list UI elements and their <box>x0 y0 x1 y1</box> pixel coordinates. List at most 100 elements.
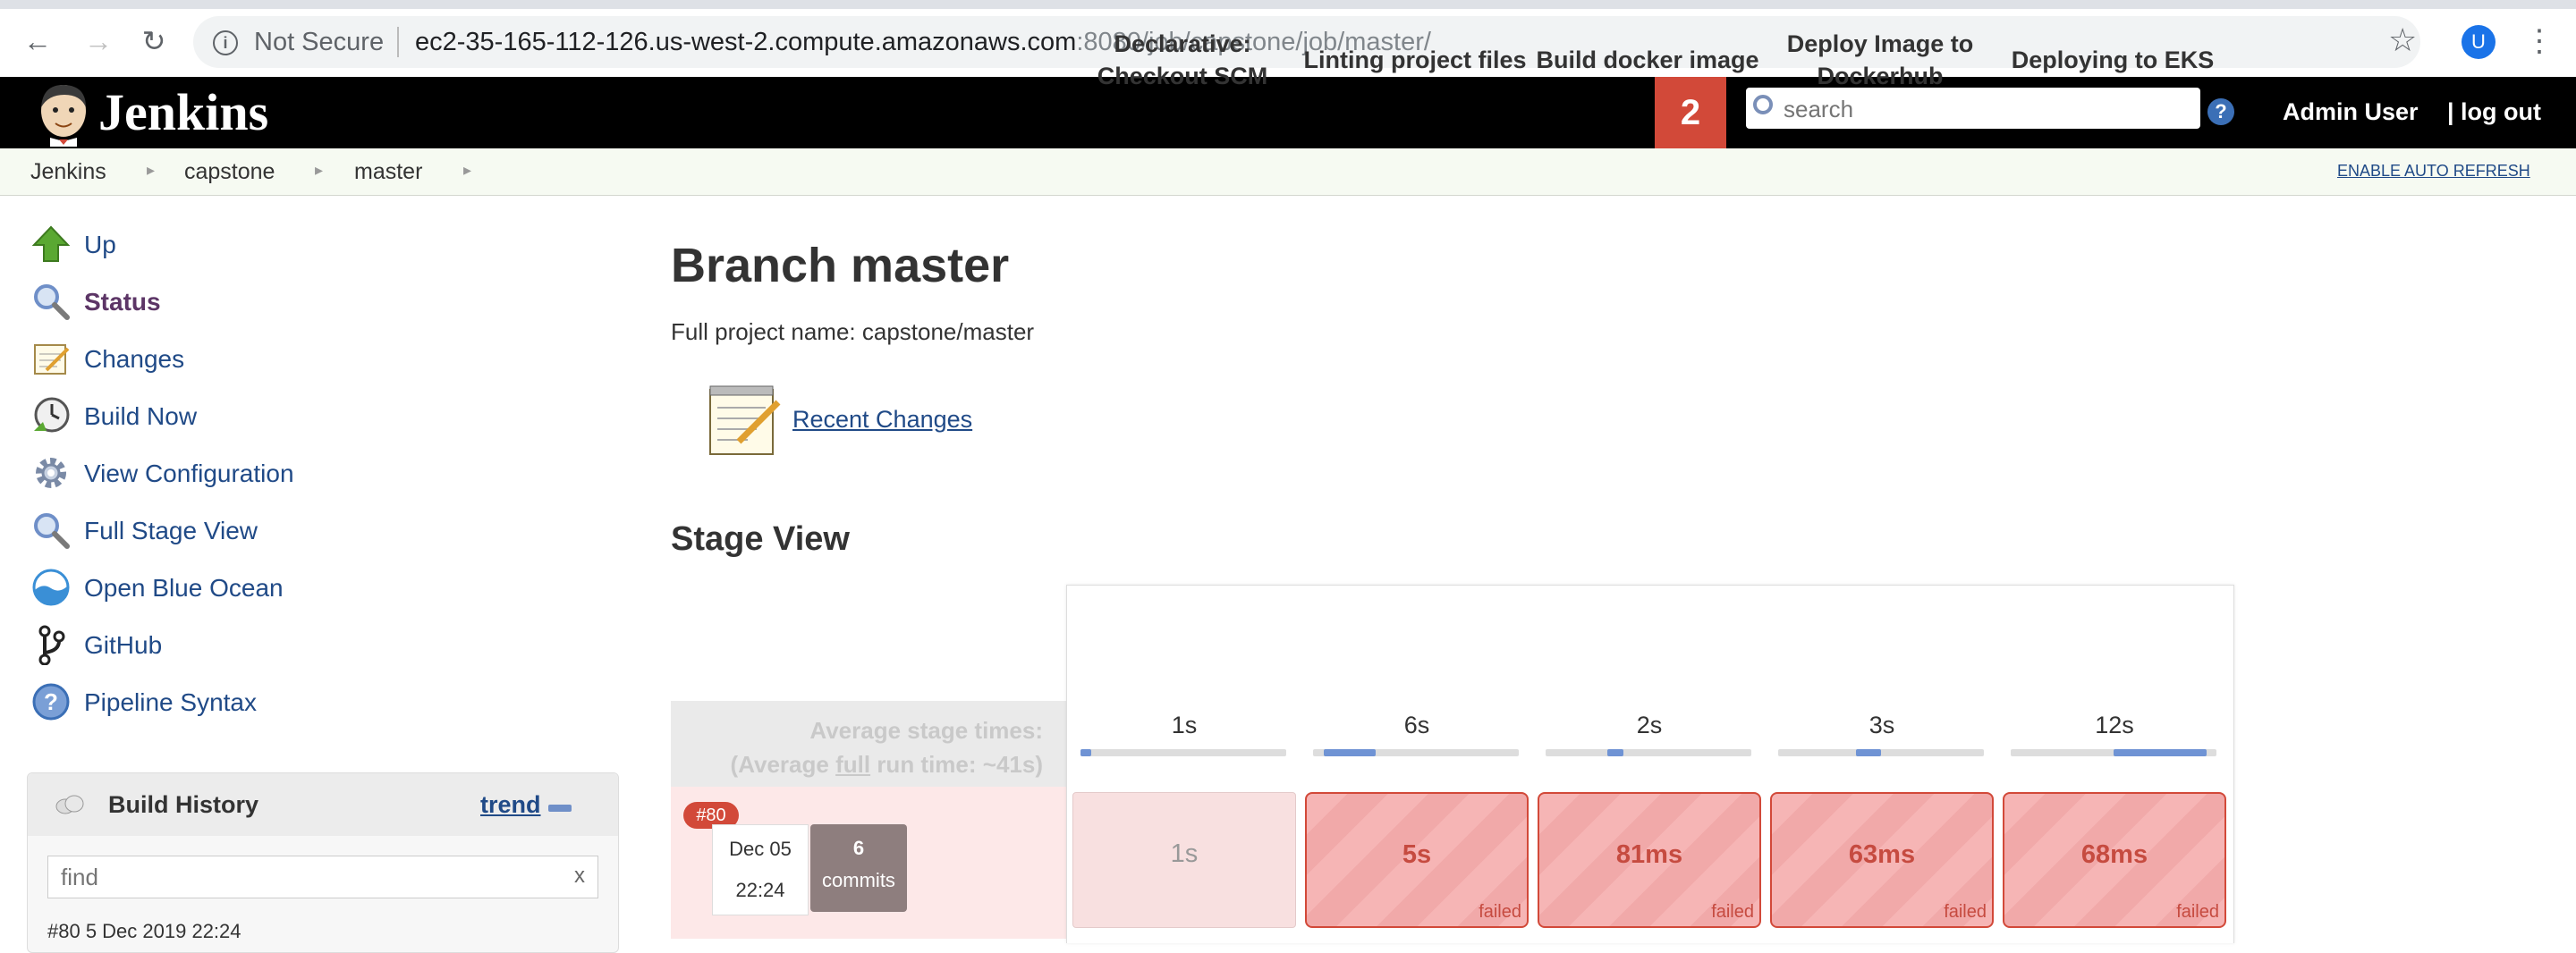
stage-average: 1s <box>1070 703 1299 785</box>
help-icon: ? <box>32 683 70 721</box>
clock-icon <box>34 397 70 433</box>
stage-average-time: 12s <box>2095 712 2134 738</box>
stage-cell-status: failed <box>1479 902 1521 922</box>
breadcrumb-jenkins[interactable]: Jenkins <box>30 159 106 185</box>
task-label-status: Status <box>84 288 161 316</box>
stage-average-bar-fill <box>2114 749 2207 756</box>
recent-changes-link[interactable]: Recent Changes <box>792 406 972 434</box>
url-host: ec2-35-165-112-126.us-west-2.compute.ama… <box>415 28 1077 56</box>
forward-icon[interactable]: → <box>80 23 116 59</box>
build-history-title: Build History <box>108 791 259 818</box>
stage-average-bar <box>1313 749 1519 756</box>
jenkins-title[interactable]: Jenkins <box>98 82 268 142</box>
stage-cell-success[interactable]: 1s <box>1072 792 1296 928</box>
weather-cloud-icon <box>55 795 84 814</box>
build-history-panel: Build History trend x #80 5 Dec 2019 22:… <box>27 772 619 953</box>
breadcrumb: Jenkins ▸ capstone ▸ master ▸ ENABLE AUT… <box>0 148 2576 196</box>
task-label-changes: Changes <box>84 345 185 373</box>
stage-average-bar <box>1546 749 1751 756</box>
user-link[interactable]: Admin User <box>2283 98 2419 126</box>
build-filter-box: x <box>47 856 598 898</box>
enable-auto-refresh-link[interactable]: ENABLE AUTO REFRESH <box>2337 162 2530 181</box>
average-stage-times-line1: Average stage times: <box>809 717 1043 744</box>
stage-average-time: 2s <box>1636 712 1663 738</box>
average-run-time-line: (Average full run time: ~41s) <box>671 747 1043 781</box>
logout-link[interactable]: | log out <box>2447 98 2541 126</box>
stage-cell-time: 68ms <box>2080 840 2148 869</box>
task-label-build-now: Build Now <box>84 402 198 430</box>
stage-cell-failed[interactable]: 5s failed <box>1305 792 1529 928</box>
stage-cell-status: failed <box>1711 902 1754 922</box>
build-time: 22:24 <box>735 879 785 901</box>
stage-header: Deploying to EKS <box>2011 46 2215 73</box>
stage-average-time: 3s <box>1868 712 1895 738</box>
gear-icon <box>36 458 66 488</box>
reload-icon[interactable]: ↻ <box>136 23 172 59</box>
stage-average: 12s <box>2000 703 2229 785</box>
stage-average-time: 6s <box>1403 712 1430 738</box>
task-label-full-stage-view: Full Stage View <box>84 517 258 544</box>
build-date-box: Dec 05 22:24 <box>712 824 809 915</box>
collapse-icon[interactable] <box>548 805 572 812</box>
breadcrumb-arrow-icon[interactable]: ▸ <box>147 161 155 180</box>
full-project-name: Full project name: capstone/master <box>671 318 1035 345</box>
info-icon[interactable]: i <box>213 30 238 55</box>
average-run-time-prefix: (Average <box>730 751 836 778</box>
magnifier-icon <box>34 284 70 320</box>
stage-average: 6s <box>1302 703 1531 785</box>
stage-average-bar <box>1080 749 1286 756</box>
breadcrumb-arrow-icon[interactable]: ▸ <box>315 161 323 180</box>
task-label-github: GitHub <box>84 631 163 659</box>
stage-cell-failed[interactable]: 81ms failed <box>1538 792 1761 928</box>
breadcrumb-master[interactable]: master <box>354 159 422 185</box>
stage-average-bar-fill <box>1607 749 1623 756</box>
clear-filter-icon[interactable]: x <box>574 864 585 889</box>
notepad-icon[interactable] <box>703 379 784 460</box>
build-filter-input[interactable] <box>59 862 564 892</box>
stage-cell-time: 1s <box>1170 839 1199 868</box>
stage-average: 2s <box>1535 703 1764 785</box>
browser-menu-icon[interactable]: ⋮ <box>2524 23 2555 59</box>
commits-count: 6 <box>852 837 865 859</box>
stage-view-title: Stage View <box>671 520 850 558</box>
commits-badge[interactable]: 6 commits <box>810 824 907 912</box>
profile-avatar[interactable]: U <box>2462 25 2496 59</box>
stage-header: Build docker image <box>1536 46 1759 73</box>
average-stage-times-label: Average stage times: (Average full run t… <box>671 713 1043 781</box>
stage-cell-status: failed <box>1944 902 1987 922</box>
task-label-pipeline-syntax: Pipeline Syntax <box>84 688 258 716</box>
git-branch-icon <box>38 625 65 665</box>
page-title: Branch master <box>671 239 1010 292</box>
build-history-header: Build History trend <box>28 773 618 836</box>
bookmark-star-icon[interactable]: ☆ <box>2388 21 2417 59</box>
stage-average-bar-fill <box>1324 749 1376 756</box>
task-label-up: Up <box>84 231 116 258</box>
security-label: Not Secure <box>254 28 385 56</box>
stage-header: Declarative: Checkout SCM <box>1097 30 1268 89</box>
build-date: Dec 05 <box>729 838 792 860</box>
stage-cell-time: 81ms <box>1615 840 1683 869</box>
stage-average-bar-fill <box>1080 749 1091 756</box>
stage-average: 3s <box>1767 703 1996 785</box>
jenkins-butler-icon[interactable] <box>32 80 95 147</box>
stage-header: Deploy Image to Dockerhub <box>1786 30 1974 89</box>
breadcrumb-arrow-icon[interactable]: ▸ <box>463 161 471 180</box>
magnifier-icon <box>34 513 70 549</box>
build-history-row[interactable]: #80 5 Dec 2019 22:24 <box>47 920 242 943</box>
stage-cell-failed[interactable]: 63ms failed <box>1770 792 1994 928</box>
full-link[interactable]: full <box>835 751 870 778</box>
stage-header: Linting project files <box>1303 46 1527 73</box>
breadcrumb-capstone[interactable]: capstone <box>184 159 275 185</box>
commits-label: commits <box>822 869 895 891</box>
stage-average-bar <box>1778 749 1984 756</box>
stage-cell-failed[interactable]: 68ms failed <box>2003 792 2226 928</box>
svg-text:?: ? <box>44 688 58 715</box>
notepad-icon <box>34 344 70 375</box>
trend-link[interactable]: trend <box>480 791 541 819</box>
average-run-time-suffix: run time: ~41s) <box>870 751 1043 778</box>
stage-cell-time: 63ms <box>1848 840 1916 869</box>
back-icon[interactable]: ← <box>20 23 55 59</box>
address-divider <box>397 27 399 57</box>
up-arrow-icon <box>31 225 71 262</box>
task-label-view-configuration: View Configuration <box>84 460 294 487</box>
